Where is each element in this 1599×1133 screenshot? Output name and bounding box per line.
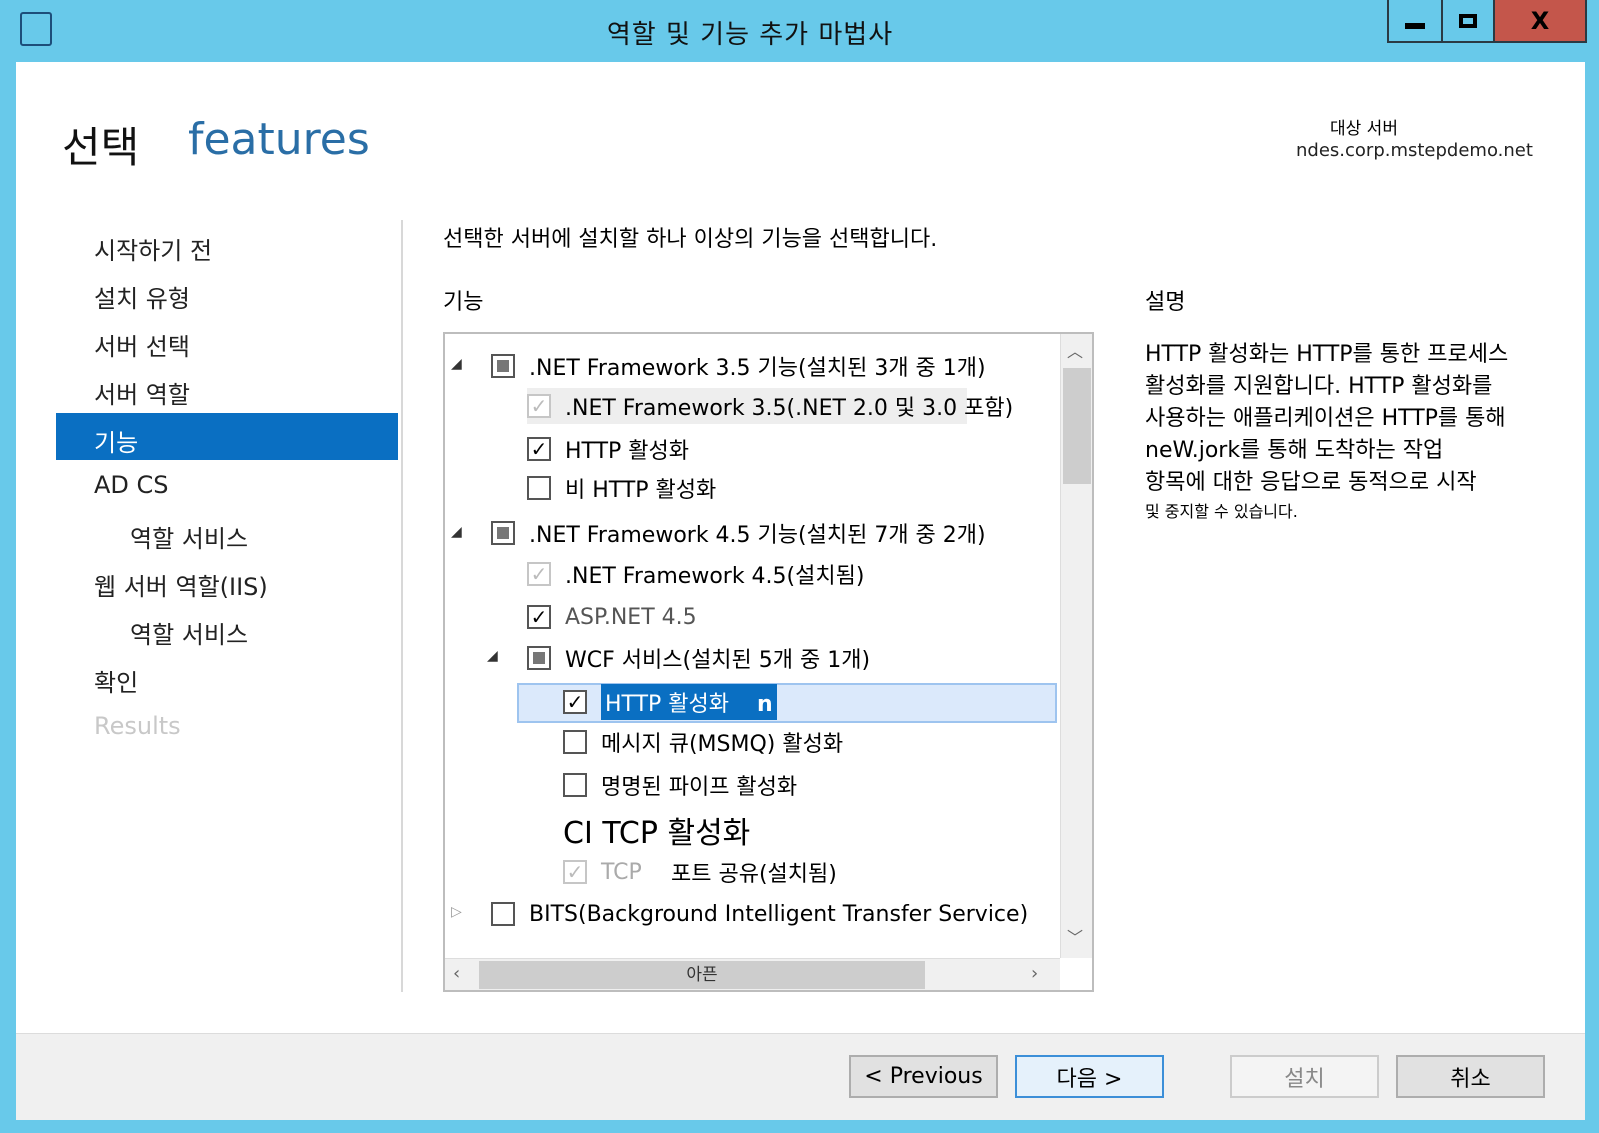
- next-button[interactable]: 다음 >: [1015, 1055, 1164, 1098]
- tree-item-label: .NET Framework 3.5(.NET 2.0 및 3.0 포함): [565, 396, 1014, 421]
- checkbox-checked-disabled: ✓: [527, 394, 551, 418]
- vertical-scrollbar[interactable]: ︿ ﹀: [1060, 334, 1092, 958]
- checkbox-checked[interactable]: ✓: [527, 437, 551, 461]
- tree-item-net35-features[interactable]: .NET Framework 3.5 기능(설치된 3개 중 1개): [491, 348, 986, 384]
- tree-item-net45[interactable]: ✓ .NET Framework 4.5(설치됨): [527, 556, 864, 592]
- tree-item-label: HTTP 활성화: [565, 439, 690, 464]
- description-line: 및 중지할 수 있습니다.: [1145, 502, 1298, 521]
- tree-item-label: 포트 공유(설치됨): [671, 862, 837, 887]
- tree-item-label: 메시지 큐(MSMQ) 활성화: [601, 732, 844, 757]
- nav-item-web-server-role[interactable]: 웹 서버 역할(IIS): [94, 567, 268, 602]
- cancel-button[interactable]: 취소: [1396, 1055, 1545, 1098]
- tree-item-tcp-activation[interactable]: CI TCP 활성화: [563, 808, 750, 852]
- checkbox-unchecked[interactable]: [491, 902, 515, 926]
- checkbox-partial[interactable]: [491, 354, 515, 378]
- maximize-icon: [1459, 13, 1477, 28]
- checkbox-unchecked[interactable]: [563, 773, 587, 797]
- checkbox-checked[interactable]: ✓: [563, 690, 587, 714]
- tree-item-label: 비 HTTP 활성화: [565, 478, 717, 503]
- checkbox-unchecked[interactable]: [563, 730, 587, 754]
- horizontal-scroll-thumb[interactable]: 아픈: [479, 961, 925, 989]
- tree-item-aspnet45[interactable]: ✓ ASP.NET 4.5: [527, 599, 697, 635]
- nav-item-features[interactable]: 기능: [94, 423, 138, 458]
- nav-item-installation-type[interactable]: 설치 유형: [94, 279, 190, 314]
- tree-item-label: WCF 서비스(설치된 5개 중 1개): [565, 648, 871, 673]
- nav-item-iis-role-services[interactable]: 역할 서비스: [130, 615, 248, 650]
- window-title: 역할 및 기능 추가 마법사: [606, 20, 894, 50]
- checkbox-partial[interactable]: [527, 646, 551, 670]
- previous-button[interactable]: < Previous: [849, 1055, 998, 1098]
- tree-item-wcf-services[interactable]: WCF 서비스(설치된 5개 중 1개): [527, 640, 870, 676]
- vertical-scroll-thumb[interactable]: [1063, 368, 1091, 484]
- description-line: 활성화를 지원합니다. HTTP 활성화를: [1145, 374, 1493, 399]
- description-line: neW.jork를 통해 도착하는 작업: [1145, 438, 1444, 463]
- nav-item-results: Results: [94, 712, 181, 740]
- description-line: HTTP 활성화는 HTTP를 통한 프로세스: [1145, 342, 1509, 367]
- checkbox-checked-disabled: ✓: [563, 860, 587, 884]
- tree-item-label: BITS(Background Intelligent Transfer Ser…: [529, 901, 1029, 927]
- tree-item-net45-features[interactable]: .NET Framework 4.5 기능(설치된 7개 중 2개): [491, 515, 986, 551]
- nav-item-server-selection[interactable]: 서버 선택: [94, 327, 190, 362]
- tree-item-non-http-activation[interactable]: 비 HTTP 활성화: [527, 470, 716, 506]
- scroll-left-icon[interactable]: ‹: [453, 963, 460, 984]
- checkbox-checked-disabled: ✓: [527, 562, 551, 586]
- maximize-button[interactable]: [1443, 0, 1495, 43]
- collapse-icon[interactable]: ◢: [451, 356, 462, 372]
- checkbox-unchecked[interactable]: [527, 476, 551, 500]
- tree-item-label: TCP: [601, 859, 642, 885]
- scroll-right-icon[interactable]: ›: [1031, 963, 1038, 984]
- nav-divider: [401, 220, 403, 992]
- target-server-name: ndes.corp.mstepdemo.net: [1296, 140, 1533, 161]
- collapse-icon[interactable]: ◢: [487, 648, 498, 664]
- tree-item-label: .NET Framework 4.5(설치됨): [565, 564, 865, 589]
- tree-item-net35[interactable]: ✓ .NET Framework 3.5(.NET 2.0 및 3.0 포함): [527, 388, 1013, 424]
- features-tree[interactable]: ◢ .NET Framework 3.5 기능(설치된 3개 중 1개) ✓ .N…: [443, 332, 1094, 992]
- tree-item-named-pipe-activation[interactable]: 명명된 파이프 활성화: [563, 767, 797, 803]
- instruction-text: 선택한 서버에 설치할 하나 이상의 기능을 선택합니다.: [443, 227, 938, 252]
- close-icon: X: [1530, 6, 1550, 35]
- minimize-button[interactable]: [1387, 0, 1443, 43]
- checkbox-checked[interactable]: ✓: [527, 605, 551, 629]
- scroll-up-icon[interactable]: ︿: [1067, 338, 1083, 362]
- tree-item-wcf-http-activation[interactable]: ✓ HTTP 활성화 n: [563, 684, 777, 720]
- install-button: 설치: [1230, 1055, 1379, 1098]
- description-line: 사용하는 애플리케이션은 HTTP를 통해: [1145, 406, 1506, 431]
- tree-item-label: .NET Framework 4.5 기능(설치된 7개 중 2개): [529, 523, 986, 548]
- expand-icon[interactable]: ▷: [451, 904, 462, 920]
- tree-item-msmq-activation[interactable]: 메시지 큐(MSMQ) 활성화: [563, 724, 843, 760]
- close-button[interactable]: X: [1495, 0, 1587, 43]
- nav-item-adcs-role-services[interactable]: 역할 서비스: [130, 519, 248, 554]
- collapse-icon[interactable]: ◢: [451, 524, 462, 540]
- description-label: 설명: [1145, 290, 1186, 315]
- scroll-down-icon[interactable]: ﹀: [1067, 924, 1083, 948]
- minimize-icon: [1405, 22, 1425, 29]
- nav-item-before-you-begin[interactable]: 시작하기 전: [94, 231, 212, 266]
- nav-item-ad-cs[interactable]: AD CS: [94, 471, 169, 499]
- tree-item-label: HTTP 활성화 n: [601, 684, 777, 720]
- tree-item-tcp-port-sharing[interactable]: ✓ TCP 포트 공유(설치됨): [563, 854, 837, 890]
- features-label: 기능: [443, 290, 484, 315]
- page-title: 선택: [62, 123, 140, 172]
- page-subtitle: features: [188, 114, 370, 165]
- tree-item-bits[interactable]: BITS(Background Intelligent Transfer Ser…: [491, 896, 1028, 932]
- nav-item-server-roles[interactable]: 서버 역할: [94, 375, 190, 410]
- target-server-label: 대상 서버: [1330, 119, 1398, 139]
- checkbox-partial[interactable]: [491, 521, 515, 545]
- tree-item-label: .NET Framework 3.5 기능(설치된 3개 중 1개): [529, 356, 986, 381]
- horizontal-scrollbar[interactable]: ‹ 아픈 ›: [445, 958, 1060, 990]
- tree-item-label: ASP.NET 4.5: [565, 604, 697, 630]
- description-line: 항목에 대한 응답으로 동적으로 시작: [1145, 470, 1477, 495]
- tree-item-label: 명명된 파이프 활성화: [601, 775, 798, 800]
- tree-item-http-activation-35[interactable]: ✓ HTTP 활성화: [527, 431, 689, 467]
- nav-item-confirmation[interactable]: 확인: [94, 663, 138, 698]
